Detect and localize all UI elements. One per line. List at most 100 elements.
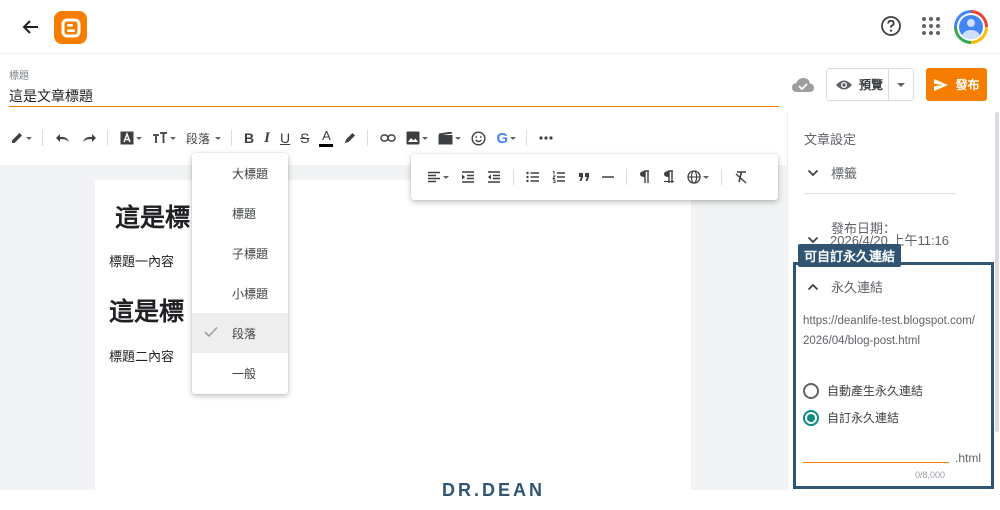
text-style-button[interactable] (120, 126, 142, 150)
chevron-down-icon (215, 136, 222, 140)
permalink-section-toggle[interactable]: 永久連結 (807, 277, 883, 296)
publish-button[interactable]: 發布 (926, 68, 987, 101)
menu-item-paragraph[interactable]: 段落 (192, 313, 288, 353)
chevron-down-icon (510, 136, 517, 140)
chevron-down-icon (807, 169, 819, 176)
paragraph-two[interactable]: 標題二內容 (109, 346, 174, 365)
toolbar-divider (721, 169, 722, 185)
more-options-button[interactable] (539, 126, 553, 150)
menu-item-label: 一般 (232, 366, 257, 381)
align-button[interactable] (427, 166, 449, 188)
video-icon (438, 131, 453, 144)
insert-image-button[interactable] (406, 126, 429, 150)
menu-item-normal[interactable]: 一般 (192, 353, 288, 393)
account-avatar-icon[interactable] (954, 10, 988, 44)
clear-formatting-button[interactable] (734, 166, 748, 188)
chevron-up-icon (807, 283, 819, 290)
menu-item-large-heading[interactable]: 大標題 (192, 153, 288, 193)
indent-decrease-button[interactable] (487, 166, 501, 188)
menu-item-heading[interactable]: 標題 (192, 193, 288, 233)
permalink-url: https://deanlife-test.blogspot.com/2026/… (803, 315, 975, 347)
toolbar-divider (231, 130, 233, 146)
google-tools-button[interactable]: G (496, 126, 517, 150)
text-color-button[interactable]: A (319, 126, 334, 150)
paragraph-style-label: 段落 (186, 131, 211, 146)
toolbar-divider (526, 130, 528, 146)
bulleted-list-button[interactable] (526, 166, 540, 188)
menu-item-label: 子標題 (232, 246, 269, 261)
publish-label: 發布 (955, 78, 980, 92)
blogger-logo-icon[interactable] (54, 11, 87, 44)
heading-two[interactable]: 這是標 (109, 292, 184, 328)
underline-button[interactable]: U (280, 126, 290, 150)
font-size-button[interactable] (152, 126, 176, 150)
undo-button[interactable] (55, 126, 71, 150)
image-icon (406, 131, 420, 145)
paragraph-style-dropdown[interactable]: 段落 (186, 126, 222, 150)
heading-one[interactable]: 這是標 (115, 198, 190, 234)
menu-item-minor-heading[interactable]: 小標題 (192, 273, 288, 313)
preview-main[interactable]: 預覽 (827, 69, 889, 100)
side-panel-title: 文章設定 (804, 132, 857, 147)
toolbar-divider (107, 130, 108, 146)
preview-button[interactable]: 預覽 (826, 68, 914, 101)
quote-button[interactable] (578, 166, 590, 188)
insert-video-button[interactable] (438, 126, 462, 150)
horizontal-line-button[interactable] (602, 166, 614, 188)
apps-grid-icon[interactable] (922, 17, 940, 35)
indent-increase-button[interactable] (461, 166, 475, 188)
strikethrough-button[interactable]: S (300, 126, 309, 150)
paragraph-one[interactable]: 標題一內容 (109, 251, 174, 270)
redo-button[interactable] (81, 126, 97, 150)
menu-item-subheading[interactable]: 子標題 (192, 233, 288, 273)
chevron-down-icon (703, 175, 709, 179)
preview-label: 預覽 (859, 78, 884, 92)
italic-button[interactable]: I (264, 126, 270, 150)
toolbar-divider (626, 169, 627, 185)
chevron-down-icon (897, 82, 905, 87)
format-clear-icon (735, 171, 747, 184)
radio-custom-permalink[interactable]: 自訂永久連結 (803, 409, 899, 426)
redo-icon (83, 134, 96, 142)
link-button[interactable] (380, 126, 397, 150)
pen-icon (12, 133, 22, 143)
chevron-down-icon (455, 136, 462, 140)
google-icon: G (496, 129, 509, 147)
send-icon (934, 78, 949, 91)
radio-auto-permalink[interactable]: 自動產生永久連結 (803, 382, 923, 399)
top-bar (0, 0, 1000, 54)
align-left-icon (428, 171, 440, 183)
help-circle-icon[interactable] (880, 15, 902, 37)
toolbar-divider (42, 130, 43, 146)
emoji-icon (471, 130, 486, 146)
preview-dropdown-button[interactable] (889, 69, 913, 100)
radio-auto-label: 自動產生永久連結 (827, 384, 924, 398)
horizontal-rule-icon (602, 176, 614, 178)
chevron-down-icon (443, 175, 449, 179)
pen-mode-button[interactable] (10, 126, 32, 150)
chevron-down-icon (422, 136, 429, 140)
section-divider (804, 193, 956, 194)
editor-toolbar: 段落 B I U S A G (0, 124, 620, 152)
title-label: 標題 (9, 71, 29, 82)
radio-custom-label: 自訂永久連結 (827, 411, 900, 425)
indent-decrease-icon (488, 171, 500, 183)
side-panel-scrollbar[interactable] (995, 112, 999, 432)
highlighter-icon (345, 133, 356, 143)
labels-section-toggle[interactable]: 標籤 (807, 163, 857, 182)
toolbar-divider (513, 169, 514, 185)
more-formatting-toolbar (411, 154, 778, 200)
emoji-button[interactable] (471, 126, 486, 150)
highlight-button[interactable] (343, 126, 357, 150)
eye-icon (836, 80, 852, 89)
numbered-list-button[interactable] (552, 166, 566, 188)
ltr-button[interactable] (639, 166, 651, 188)
text-direction-rtl-icon (664, 170, 674, 183)
menu-item-label: 小標題 (232, 286, 269, 301)
custom-permalink-input[interactable] (803, 451, 949, 463)
rtl-button[interactable] (663, 166, 675, 188)
bold-button[interactable]: B (244, 126, 254, 150)
language-button[interactable] (687, 166, 709, 188)
post-title-input[interactable] (9, 85, 779, 107)
arrow-back-icon[interactable] (18, 14, 44, 40)
